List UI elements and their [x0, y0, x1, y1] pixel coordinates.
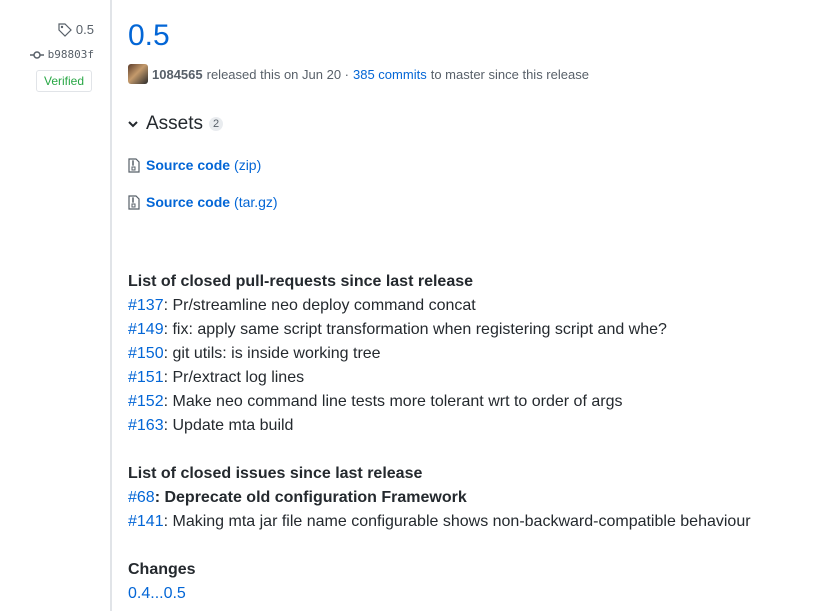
asset-source-targz[interactable]: Source code (tar.gz): [128, 194, 278, 210]
issue-link[interactable]: #68: [128, 489, 155, 506]
asset-ext: (zip): [234, 157, 262, 173]
pr-text: : Update mta build: [163, 417, 294, 434]
assets-heading: Assets: [146, 113, 204, 134]
release-meta: 1084565 released this on Jun 20 · 385 co…: [128, 64, 589, 84]
released-text: released this on Jun 20 ·: [206, 66, 349, 82]
release-title[interactable]: 0.5: [128, 16, 170, 56]
pr-text: : Make neo command line tests more toler…: [163, 393, 623, 410]
pr-text: : git utils: is inside working tree: [163, 345, 381, 362]
changes-heading: Changes: [128, 561, 196, 578]
pr-item: #150: git utils: is inside working tree: [128, 342, 751, 366]
issue-item: #141: Making mta jar file name configura…: [128, 510, 751, 534]
pr-item: #149: fix: apply same script transformat…: [128, 318, 751, 342]
pr-link[interactable]: #152: [128, 393, 164, 410]
pr-link[interactable]: #150: [128, 345, 164, 362]
commit-link[interactable]: b98803f: [29, 48, 94, 61]
issues-heading: List of closed issues since last release: [128, 465, 423, 482]
tag-link[interactable]: 0.5: [58, 22, 94, 37]
release-notes: List of closed pull-requests since last …: [128, 270, 751, 606]
asset-name: Source code: [146, 157, 231, 173]
file-zip-icon: [128, 194, 140, 210]
timeline-divider: [110, 0, 112, 611]
file-zip-icon: [128, 157, 140, 173]
avatar[interactable]: [128, 64, 148, 84]
asset-name: Source code: [146, 194, 231, 210]
pr-link[interactable]: #163: [128, 417, 164, 434]
since-text: to master since this release: [430, 66, 589, 82]
pr-link[interactable]: #149: [128, 321, 164, 338]
pr-item: #137: Pr/streamline neo deploy command c…: [128, 294, 751, 318]
release-sidebar: 0.5 b98803f Verified: [0, 0, 110, 611]
pr-link[interactable]: #137: [128, 297, 164, 314]
chevron-down-icon: [128, 121, 138, 128]
issue-text: : Deprecate old configuration Framework: [154, 489, 467, 506]
verified-badge[interactable]: Verified: [36, 70, 92, 92]
commits-link[interactable]: 385 commits: [353, 67, 427, 82]
assets-count: 2: [209, 117, 224, 131]
tag-label: 0.5: [75, 22, 94, 37]
asset-ext: (tar.gz): [234, 194, 278, 210]
commit-icon: [29, 50, 44, 59]
issue-item: #68: Deprecate old configuration Framewo…: [128, 486, 751, 510]
tag-icon: [58, 22, 72, 37]
compare-link[interactable]: 0.4...0.5: [128, 585, 186, 602]
pr-text: : Pr/streamline neo deploy command conca…: [163, 297, 476, 314]
pr-link[interactable]: #151: [128, 369, 164, 386]
assets-toggle[interactable]: Assets 2: [128, 113, 224, 135]
issue-link[interactable]: #141: [128, 513, 164, 530]
asset-source-zip[interactable]: Source code (zip): [128, 157, 261, 173]
pr-item: #152: Make neo command line tests more t…: [128, 390, 751, 414]
pr-item: #151: Pr/extract log lines: [128, 366, 751, 390]
issue-text: : Making mta jar file name configurable …: [163, 513, 751, 530]
pr-text: : Pr/extract log lines: [163, 369, 305, 386]
commit-sha: b98803f: [47, 48, 94, 61]
pr-item: #163: Update mta build: [128, 414, 751, 438]
pr-heading: List of closed pull-requests since last …: [128, 273, 474, 290]
pr-text: : fix: apply same script transformation …: [163, 321, 667, 338]
author-link[interactable]: 1084565: [152, 67, 203, 82]
